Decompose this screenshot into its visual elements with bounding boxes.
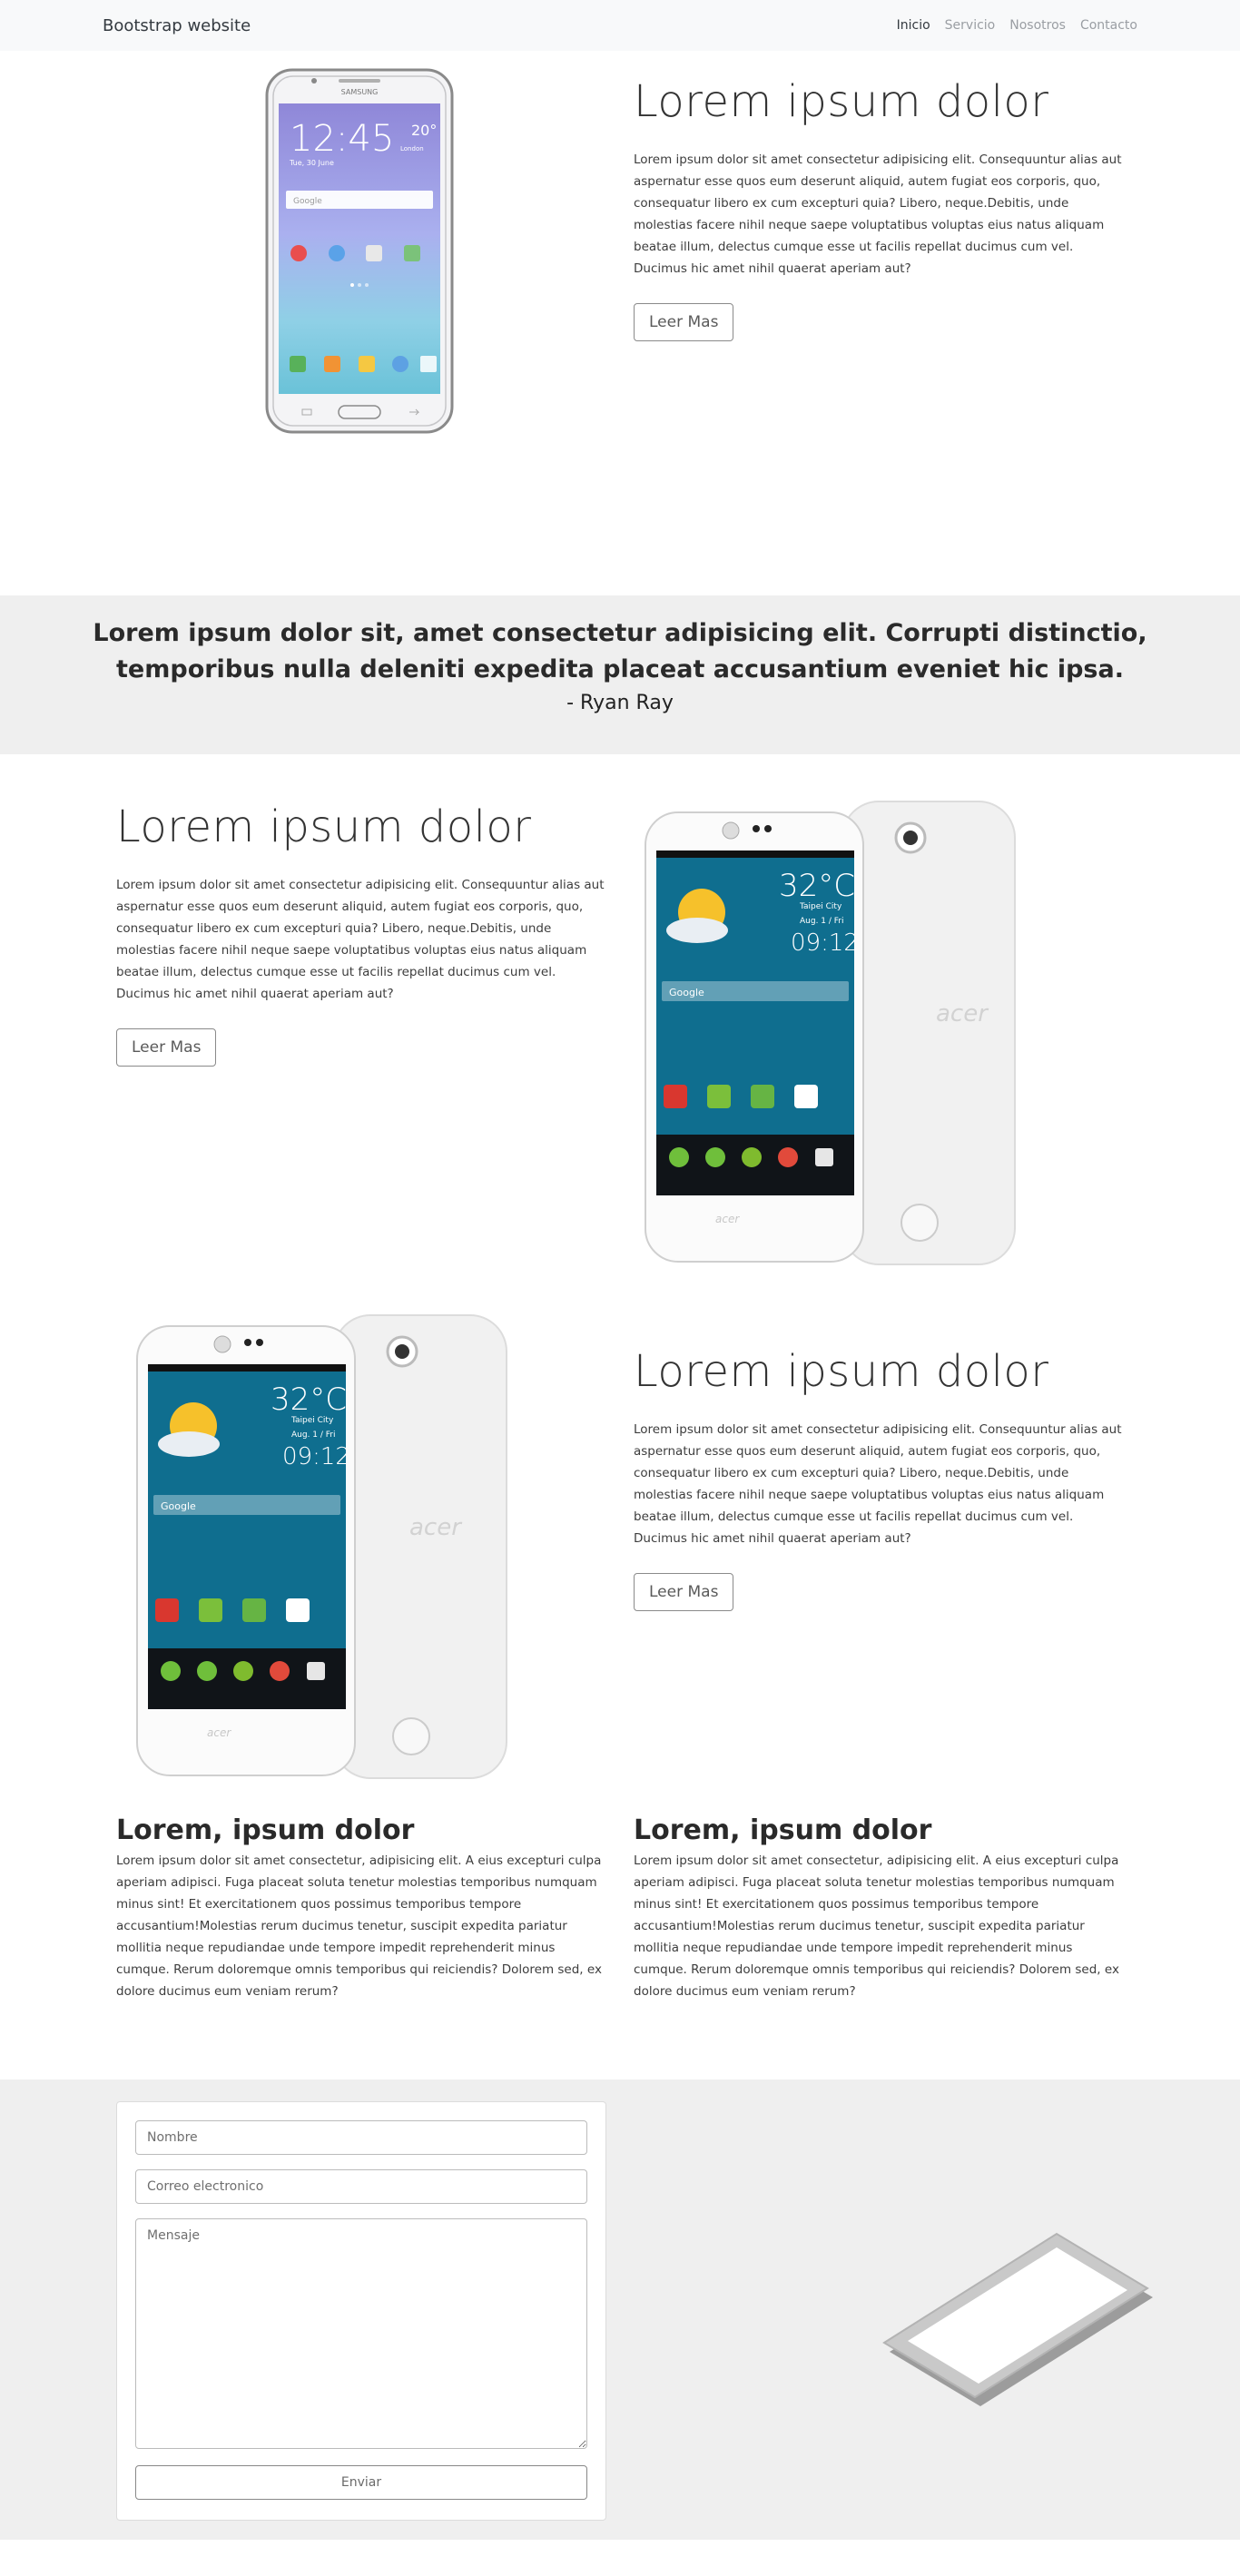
phone-clock: 12:45 (290, 118, 394, 160)
feature-1-text: Lorem ipsum dolor sit amet consectetur a… (634, 152, 1122, 276)
cards-section: Lorem, ipsum dolor Lorem ipsum dolor sit… (0, 1807, 1240, 2079)
email-input[interactable] (135, 2169, 587, 2204)
acer-back-logo: acer (936, 1000, 989, 1027)
card-1-title: Lorem, ipsum dolor (116, 1814, 415, 1846)
acer-front-logo-2: acer (207, 1726, 231, 1739)
nav-link-contacto[interactable]: Contacto (1080, 18, 1137, 33)
enviar-button[interactable]: Enviar (135, 2465, 587, 2500)
phone-weather-city: London (400, 145, 424, 152)
phone-brand-label: SAMSUNG (341, 88, 379, 96)
acer-search-bar: Google (669, 987, 704, 998)
quote-section: Lorem ipsum dolor sit, amet consectetur … (0, 595, 1240, 754)
card-2: Lorem, ipsum dolor Lorem ipsum dolor sit… (620, 1814, 1137, 2002)
samsung-phone-image: SAMSUNG 12:45 Tue, 30 June 20° London Go… (265, 68, 454, 434)
nav-links: Inicio Servicio Nosotros Contacto (897, 18, 1137, 33)
isometric-phone-illustration (882, 2232, 1153, 2406)
message-textarea[interactable] (135, 2218, 587, 2449)
feature-2-leer-mas-button[interactable]: Leer Mas (116, 1027, 217, 1067)
nav-link-nosotros[interactable]: Nosotros (1009, 18, 1066, 33)
feature-1-leer-mas-button[interactable]: Leer Mas (634, 302, 734, 341)
contact-section: Enviar (0, 2079, 1240, 2540)
phone-weather-temp: 20° (411, 122, 437, 139)
acer-date-2: Aug. 1 / Fri (291, 1431, 336, 1440)
feature-section-1: SAMSUNG 12:45 Tue, 30 June 20° London Go… (0, 51, 1240, 595)
nav-link-servicio[interactable]: Servicio (945, 18, 996, 33)
contact-form: Enviar (116, 2101, 606, 2521)
name-input[interactable] (135, 2120, 587, 2155)
card-1: Lorem, ipsum dolor Lorem ipsum dolor sit… (103, 1814, 620, 2002)
acer-clock-2: 09:12 (282, 1443, 350, 1470)
navbar: Bootstrap website Inicio Servicio Nosotr… (0, 0, 1240, 51)
acer-front-logo: acer (715, 1213, 740, 1225)
quote-author: - Ryan Ray (566, 692, 674, 714)
nav-link-inicio[interactable]: Inicio (897, 18, 930, 33)
feature-2-text-col: Lorem ipsum dolor Lorem ipsum dolor sit … (103, 801, 620, 1067)
acer-phones-image: acer 32°C Taipei City Aug. 1 / Fri 09:12… (645, 801, 1016, 1265)
feature-1-text-col: Lorem ipsum dolor Lorem ipsum dolor sit … (620, 67, 1137, 341)
acer-temp-2: 32°C (271, 1381, 347, 1418)
feature-3-text-col: Lorem ipsum dolor Lorem ipsum dolor sit … (620, 1301, 1137, 1611)
feature-section-2: Lorem ipsum dolor Lorem ipsum dolor sit … (0, 754, 1240, 1281)
feature-2-image-col: acer 32°C Taipei City Aug. 1 / Fri 09:12… (620, 801, 1137, 1265)
feature-1-image-col: SAMSUNG 12:45 Tue, 30 June 20° London Go… (103, 67, 620, 434)
card-2-text: Lorem ipsum dolor sit amet consectetur, … (634, 1853, 1119, 1999)
acer-search-bar-2: Google (161, 1500, 196, 1512)
acer-clock: 09:12 (791, 929, 859, 957)
navbar-brand[interactable]: Bootstrap website (103, 16, 251, 35)
feature-3-leer-mas-button[interactable]: Leer Mas (634, 1572, 734, 1611)
feature-3-title: Lorem ipsum dolor (634, 1346, 1049, 1397)
quote-line-1: Lorem ipsum dolor sit, amet consectetur … (93, 619, 1147, 647)
quote-line-2: temporibus nulla deleniti expedita place… (116, 655, 1124, 683)
feature-3-image-col: acer 32°C Taipei City Aug. 1 / Fri 09:12… (103, 1301, 620, 1779)
feature-2-text: Lorem ipsum dolor sit amet consectetur a… (116, 877, 605, 1001)
phone-date: Tue, 30 June (289, 159, 334, 167)
acer-temp: 32°C (779, 868, 855, 904)
acer-city: Taipei City (799, 902, 842, 911)
card-2-title: Lorem, ipsum dolor (634, 1814, 932, 1846)
feature-3-text: Lorem ipsum dolor sit amet consectetur a… (634, 1421, 1122, 1546)
acer-phones-image-2: acer 32°C Taipei City Aug. 1 / Fri 09:12… (136, 1314, 507, 1779)
acer-city-2: Taipei City (290, 1416, 334, 1425)
phone-search-bar: Google (293, 197, 322, 206)
acer-date: Aug. 1 / Fri (800, 917, 844, 926)
feature-1-title: Lorem ipsum dolor (634, 76, 1049, 127)
feature-section-3: acer 32°C Taipei City Aug. 1 / Fri 09:12… (0, 1281, 1240, 1807)
acer-back-logo-2: acer (409, 1514, 463, 1541)
card-1-text: Lorem ipsum dolor sit amet consectetur, … (116, 1853, 602, 1999)
feature-2-title: Lorem ipsum dolor (116, 801, 532, 852)
